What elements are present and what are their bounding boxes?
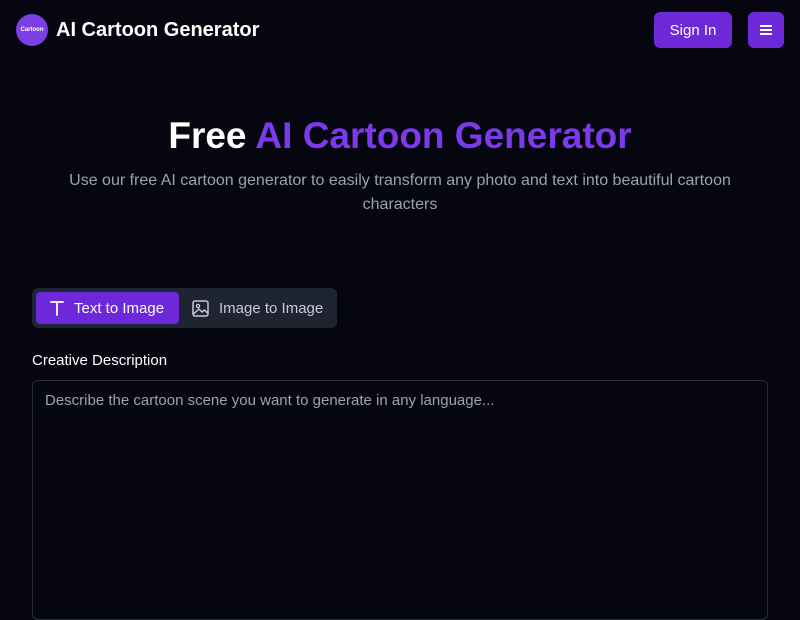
tab-text-to-image[interactable]: Text to Image bbox=[36, 292, 179, 324]
mode-tabs: Text to Image Image to Image bbox=[32, 288, 337, 328]
text-t-icon bbox=[50, 301, 64, 316]
creative-description-input[interactable] bbox=[32, 380, 768, 620]
hero-title-plain: Free bbox=[168, 115, 247, 156]
hero-subtitle: Use our free AI cartoon generator to eas… bbox=[69, 172, 731, 213]
hamburger-menu-icon bbox=[760, 25, 772, 35]
creative-description-label: Creative Description bbox=[32, 352, 168, 369]
tab-text-to-image-label: Text to Image bbox=[74, 299, 165, 317]
app-title[interactable]: AI Cartoon Generator bbox=[56, 17, 259, 43]
hero-title: Free AI Cartoon Generator bbox=[0, 113, 800, 159]
tab-image-to-image[interactable]: Image to Image bbox=[182, 292, 333, 324]
sign-in-button[interactable]: Sign In bbox=[654, 12, 732, 48]
hero-title-accent: AI Cartoon Generator bbox=[255, 115, 632, 156]
logo[interactable]: Cartoon bbox=[16, 14, 48, 46]
image-icon bbox=[192, 299, 209, 317]
tab-image-to-image-label: Image to Image bbox=[219, 299, 324, 317]
menu-button[interactable] bbox=[748, 12, 784, 48]
logo-text: Cartoon bbox=[20, 27, 44, 33]
top-header: Cartoon AI Cartoon Generator Sign In bbox=[0, 0, 800, 60]
